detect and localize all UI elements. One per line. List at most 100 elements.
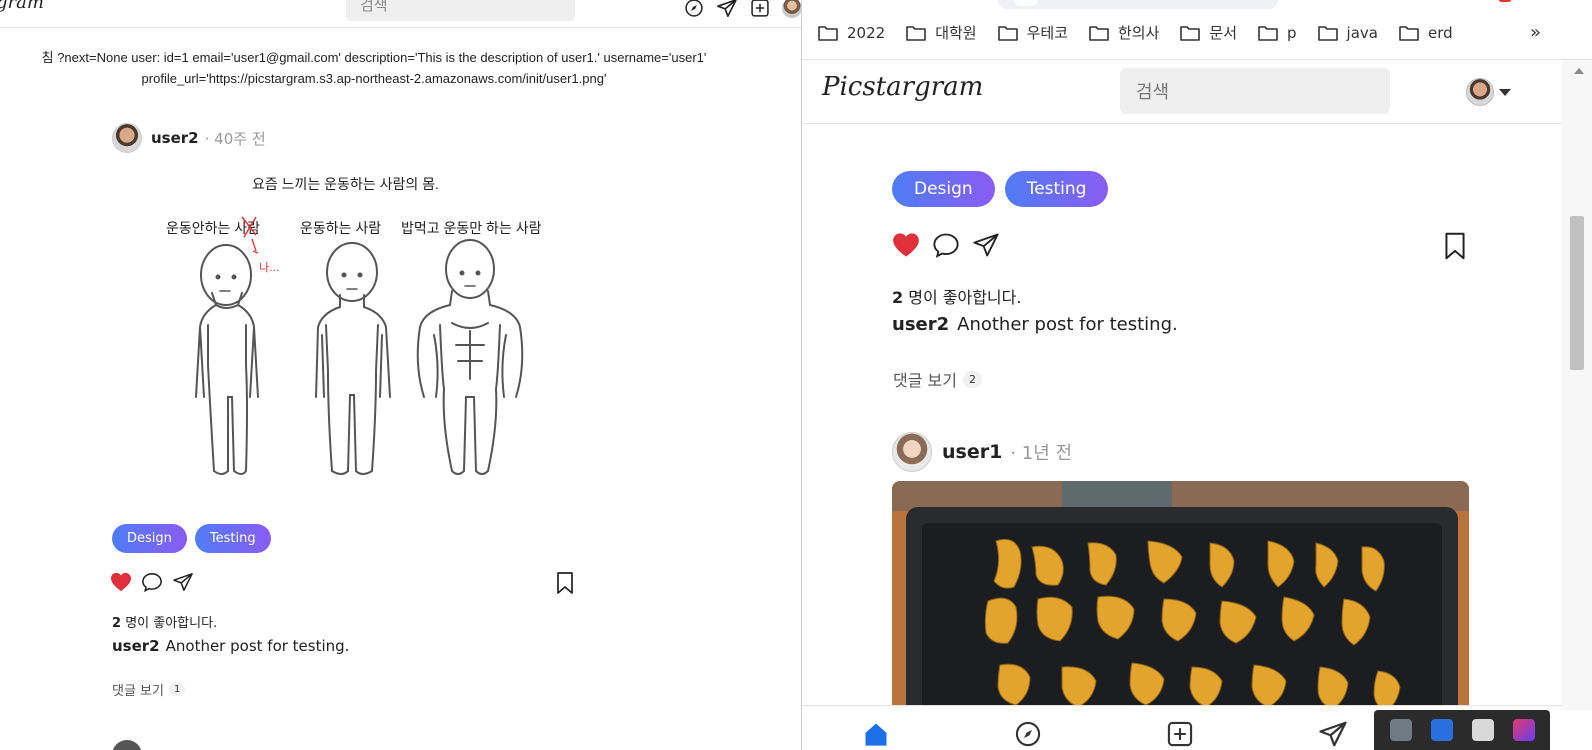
home-icon[interactable] [862, 720, 890, 750]
tag-testing[interactable]: Testing [1004, 171, 1109, 207]
bookmark-folder[interactable]: 한의사 [1089, 22, 1159, 43]
left-post-caption: user2 Another post for testing. [112, 637, 349, 655]
bookmark-folder[interactable]: 우테코 [997, 22, 1068, 43]
bookmark-folder[interactable]: erd [1399, 24, 1453, 42]
folder-icon [1089, 25, 1109, 41]
next-post-header: user1 · 1년 전 [892, 432, 1072, 472]
comment-icon[interactable] [932, 232, 960, 262]
notification-badge [1498, 0, 1512, 2]
scrollbar-thumb[interactable] [1570, 216, 1584, 370]
tag-design[interactable]: Design [892, 171, 995, 207]
send-icon[interactable] [972, 232, 1000, 262]
view-comments-label[interactable]: 댓글 보기 [893, 367, 957, 391]
folder-icon [1180, 25, 1201, 41]
address-bar[interactable] [998, 0, 1278, 9]
add-post-icon[interactable] [1166, 720, 1194, 750]
post-author-avatar[interactable] [892, 432, 932, 472]
likes-number: 2 [892, 288, 904, 307]
bookmarks-bar: 2022 대학원 우테코 한의사 문서 p java erd » [802, 0, 1592, 60]
left-top-navbar: gram 검색 [0, 0, 802, 28]
right-view-comments[interactable]: 댓글 보기 2 [893, 367, 982, 391]
page-scrollbar[interactable] [1562, 60, 1592, 710]
left-post-header: user2 · 40주 전 [112, 123, 266, 153]
meme-drawing: 나... [195, 216, 524, 475]
view-comments-label[interactable]: 댓글 보기 [112, 680, 164, 699]
left-post-tags: Design Testing [112, 524, 271, 553]
system-tray-popup [1374, 710, 1550, 750]
post-time: · 1년 전 [1010, 443, 1073, 464]
bluetooth-icon[interactable] [1430, 719, 1453, 741]
likes-suffix: 명이 좋아합니다. [908, 288, 1022, 307]
folder-icon [1258, 25, 1278, 41]
folder-icon [818, 25, 838, 41]
post-author-name[interactable]: user2 [151, 129, 199, 147]
bookmark-folder[interactable]: java [1317, 24, 1378, 42]
bookmarks-overflow-button[interactable]: » [1530, 22, 1541, 43]
explore-icon[interactable] [1014, 720, 1042, 750]
pumpkin-tray-photo [892, 481, 1469, 721]
post-image-photo[interactable] [892, 481, 1469, 721]
tag-testing[interactable]: Testing [194, 524, 271, 553]
post-author-name[interactable]: user1 [942, 441, 1002, 463]
caption-text: Another post for testing. [165, 637, 350, 655]
left-nav-icons [684, 0, 802, 20]
bookmark-icon[interactable] [556, 572, 574, 598]
left-search-input[interactable]: 검색 [346, 0, 575, 21]
left-browser-window: gram 검색 침 ?next=None user: id=1 email='u… [0, 0, 802, 750]
tag-design[interactable]: Design [112, 524, 187, 553]
heart-icon[interactable] [110, 572, 132, 596]
heart-icon[interactable] [892, 232, 920, 262]
address-bar-chip [1014, 0, 1038, 6]
right-post-tags: Design Testing [892, 171, 1109, 207]
post-author-avatar[interactable] [112, 123, 142, 153]
likes-suffix: 명이 좋아합니다. [125, 616, 218, 631]
right-profile-avatar[interactable] [1466, 78, 1494, 106]
next-post-avatar[interactable] [112, 740, 142, 750]
left-view-comments[interactable]: 댓글 보기 1 [112, 680, 186, 699]
left-profile-avatar[interactable] [782, 0, 802, 18]
right-browser-window: 2022 대학원 우테코 한의사 문서 p java erd » Picstar… [801, 0, 1592, 750]
left-logo[interactable]: gram [0, 0, 44, 13]
explore-icon[interactable] [684, 0, 704, 18]
bookmark-folder[interactable]: p [1258, 24, 1297, 42]
folder-icon [906, 25, 926, 41]
caption-username[interactable]: user2 [892, 314, 949, 335]
chat-icon[interactable] [1471, 719, 1494, 741]
send-icon[interactable] [172, 572, 194, 596]
right-likes-count: 2 명이 좋아합니다. [892, 284, 1021, 308]
bookmark-icon[interactable] [1444, 232, 1466, 264]
post-time: · 40주 전 [204, 129, 266, 148]
left-post-actions [110, 572, 194, 596]
bookmark-folder[interactable]: 대학원 [906, 22, 977, 43]
likes-number: 2 [112, 616, 122, 631]
bookmark-folder[interactable]: 문서 [1180, 22, 1237, 43]
add-post-icon[interactable] [750, 0, 770, 18]
send-icon[interactable] [1318, 720, 1348, 750]
caption-text: Another post for testing. [957, 314, 1178, 335]
meme-scribble: 나... [259, 261, 280, 274]
left-search-placeholder: 검색 [360, 0, 388, 14]
keyboard-icon[interactable] [1389, 719, 1412, 741]
app-icon[interactable] [1512, 719, 1535, 741]
scroll-up-arrow-icon[interactable] [1574, 68, 1584, 74]
left-likes-count: 2 명이 좋아합니다. [112, 612, 217, 631]
right-logo[interactable]: Picstargram [822, 72, 983, 102]
caption-username[interactable]: user2 [112, 637, 160, 655]
right-post-caption: user2 Another post for testing. [892, 314, 1178, 335]
comments-count-badge: 2 [962, 370, 982, 388]
post-image-meme[interactable]: 요즘 느끼는 운동하는 사람의 몸. 운동안하는 사람 운동하는 사람 밥먹고 … [152, 165, 572, 495]
right-post-actions [892, 232, 1000, 262]
folder-icon [997, 25, 1018, 41]
debug-output: 침 ?next=None user: id=1 email='user1@gma… [0, 47, 754, 89]
comment-icon[interactable] [141, 572, 163, 596]
right-top-navbar: Picstargram 검색 [802, 60, 1562, 124]
folder-icon [1399, 25, 1419, 41]
debug-line-2: profile_url='https://picstargram.s3.ap-n… [141, 71, 607, 86]
bookmark-folder[interactable]: 2022 [818, 24, 885, 42]
folder-icon [1317, 25, 1338, 41]
bookmark-folders: 2022 대학원 우테코 한의사 문서 p java erd [818, 22, 1474, 43]
send-icon[interactable] [716, 0, 738, 18]
comments-count-badge: 1 [168, 683, 186, 696]
right-search-input[interactable]: 검색 [1120, 68, 1390, 114]
chevron-down-icon[interactable] [1499, 89, 1511, 96]
